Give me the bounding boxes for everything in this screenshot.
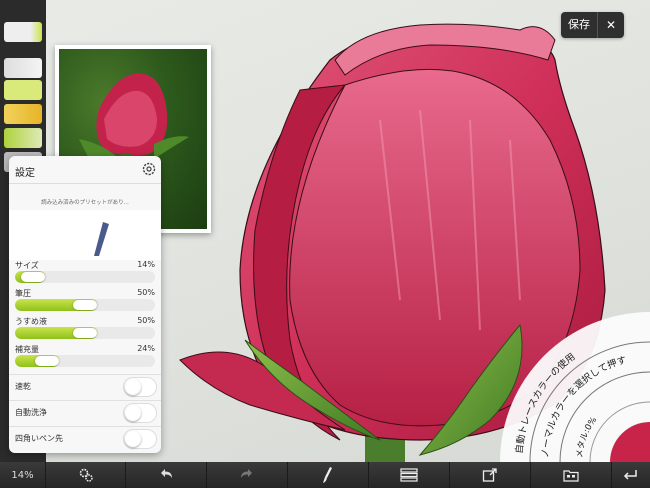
brush-icon bbox=[323, 467, 332, 483]
redo-icon bbox=[241, 469, 252, 478]
pencil-tool[interactable] bbox=[4, 104, 42, 124]
return-button[interactable] bbox=[612, 462, 648, 488]
marker-tool[interactable] bbox=[4, 22, 42, 42]
refill-slider[interactable]: 補充量 24% bbox=[15, 344, 155, 370]
settings-gears-button[interactable] bbox=[46, 462, 126, 488]
slider-label: うすめ液 bbox=[15, 317, 47, 326]
square-tip-toggle[interactable] bbox=[123, 429, 157, 449]
pressure-slider[interactable]: 筆圧 50% bbox=[15, 288, 155, 314]
slider-knob[interactable] bbox=[73, 328, 97, 338]
slider-label: 補充量 bbox=[15, 345, 39, 354]
gears-icon bbox=[79, 468, 93, 482]
bottom-toolbar: 14% bbox=[0, 462, 650, 488]
size-slider[interactable]: サイズ 14% bbox=[15, 260, 155, 286]
slider-track[interactable] bbox=[15, 271, 155, 283]
toggle-label: 自動洗浄 bbox=[15, 408, 47, 417]
brush-library-button[interactable] bbox=[288, 462, 369, 488]
slider-track[interactable] bbox=[15, 355, 155, 367]
undo-icon bbox=[161, 469, 172, 478]
airbrush-tool[interactable] bbox=[4, 80, 42, 100]
settings-title: 設定 bbox=[15, 168, 35, 179]
slider-value: 50% bbox=[137, 316, 155, 325]
gear-icon[interactable] bbox=[141, 161, 157, 177]
radial-color-menu[interactable]: 自動トレースカラーの使用 ノーマルカラーを選択して押す メタル:0% bbox=[500, 300, 650, 462]
quick-dry-toggle[interactable] bbox=[123, 377, 157, 397]
toggle-label: 速乾 bbox=[15, 382, 31, 391]
toggle-label: 四角いペン先 bbox=[15, 434, 63, 443]
slider-label: サイズ bbox=[15, 261, 39, 270]
share-button[interactable] bbox=[450, 462, 531, 488]
thinner-slider[interactable]: うすめ液 50% bbox=[15, 316, 155, 342]
gallery-icon bbox=[563, 470, 579, 482]
stroke-preview bbox=[9, 210, 161, 260]
return-icon bbox=[623, 470, 637, 480]
quick-dry-row: 速乾 bbox=[15, 375, 157, 399]
auto-clean-toggle[interactable] bbox=[123, 403, 157, 423]
slider-knob[interactable] bbox=[35, 356, 59, 366]
layers-button[interactable] bbox=[369, 462, 450, 488]
settings-header: 設定 bbox=[9, 156, 161, 184]
square-tip-row: 四角いペン先 bbox=[15, 427, 157, 451]
slider-value: 14% bbox=[137, 260, 155, 269]
eraser-tool[interactable] bbox=[4, 58, 42, 78]
layers-icon bbox=[400, 468, 418, 482]
undo-button[interactable] bbox=[126, 462, 207, 488]
slider-track[interactable] bbox=[15, 299, 155, 311]
brush-settings-panel: 設定 読み込み済みのプリセットがあり... サイズ 14% 筆圧 50% うすめ… bbox=[9, 156, 161, 453]
slider-track[interactable] bbox=[15, 327, 155, 339]
slider-knob[interactable] bbox=[73, 300, 97, 310]
auto-clean-row: 自動洗浄 bbox=[15, 401, 157, 425]
slider-label: 筆圧 bbox=[15, 289, 31, 298]
slider-knob[interactable] bbox=[21, 272, 45, 282]
slider-value: 50% bbox=[137, 288, 155, 297]
preset-status-text: 読み込み済みのプリセットがあり... bbox=[41, 200, 129, 206]
gallery-button[interactable] bbox=[531, 462, 612, 488]
paint-tube-tool[interactable] bbox=[4, 128, 42, 148]
close-icon[interactable]: ✕ bbox=[597, 12, 624, 38]
zoom-level[interactable]: 14% bbox=[0, 462, 46, 488]
slider-value: 24% bbox=[137, 344, 155, 353]
save-button[interactable]: 保存 bbox=[561, 12, 597, 38]
save-bar: 保存 ✕ bbox=[561, 12, 625, 38]
share-icon bbox=[482, 468, 497, 482]
redo-button[interactable] bbox=[207, 462, 288, 488]
